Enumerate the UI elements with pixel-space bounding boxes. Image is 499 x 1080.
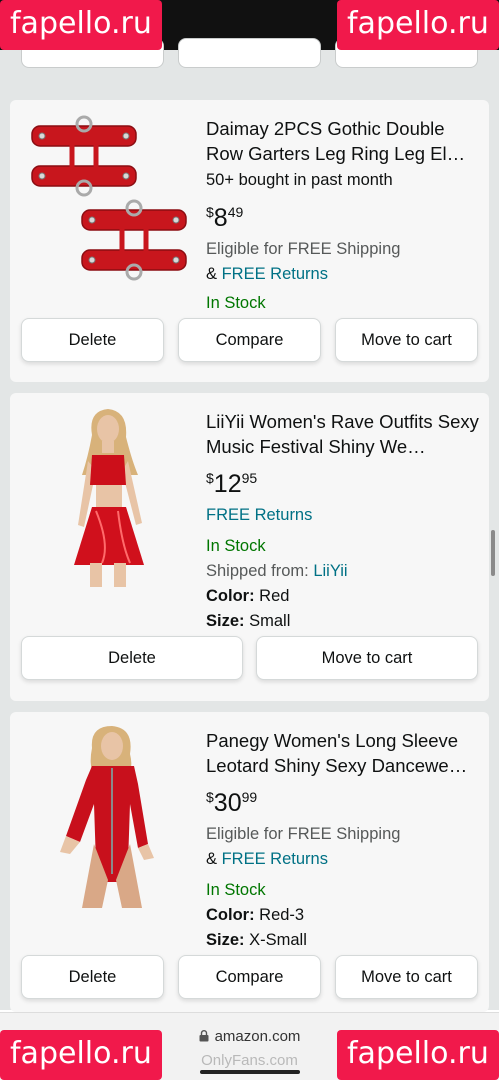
stock-status: In Stock bbox=[206, 881, 266, 899]
watermark-badge-top-right: fapello.ru bbox=[337, 0, 499, 50]
seller-link[interactable]: LiiYii bbox=[313, 562, 347, 580]
price-symbol: $ bbox=[206, 204, 214, 220]
color-label: Color: bbox=[206, 587, 255, 605]
color-label: Color: bbox=[206, 906, 255, 924]
color-option: Color: Red-3 bbox=[206, 903, 482, 928]
free-returns-link[interactable]: FREE Returns bbox=[222, 265, 328, 283]
delete-button[interactable]: Delete bbox=[21, 636, 243, 680]
returns-line: & FREE Returns bbox=[206, 847, 482, 872]
compare-button[interactable]: Compare bbox=[178, 955, 321, 999]
lock-icon bbox=[199, 1029, 209, 1046]
compare-button[interactable]: Compare bbox=[178, 318, 321, 362]
cart-item-card: LiiYii Women's Rave Outfits Sexy Music F… bbox=[10, 393, 489, 701]
size-value: X-Small bbox=[244, 931, 307, 949]
previous-item-buttons-strip bbox=[0, 38, 499, 90]
shipped-from-label: Shipped from: bbox=[206, 562, 314, 580]
delete-button[interactable]: Delete bbox=[21, 955, 164, 999]
home-indicator[interactable] bbox=[200, 1070, 300, 1074]
size-label: Size: bbox=[206, 612, 245, 630]
move-to-cart-button[interactable]: Move to cart bbox=[335, 955, 478, 999]
bought-count: 50+ bought in past month bbox=[206, 171, 393, 189]
product-image-rave-outfit[interactable] bbox=[26, 405, 194, 589]
product-price: $3099 bbox=[206, 780, 482, 820]
size-option: Size: Small bbox=[206, 609, 482, 634]
shipping-eligibility: Eligible for FREE Shipping bbox=[206, 240, 401, 258]
color-value: Red-3 bbox=[254, 906, 305, 924]
product-title[interactable]: Panegy Women's Long Sleeve Leotard Shiny… bbox=[206, 728, 482, 778]
shipped-from: Shipped from: LiiYii bbox=[206, 559, 482, 584]
price-whole: 8 bbox=[213, 204, 228, 232]
watermark-badge-bottom-right: fapello.ru bbox=[337, 1030, 499, 1080]
cart-item-card: Daimay 2PCS Gothic Double Row Garters Le… bbox=[10, 100, 489, 382]
price-cents: 99 bbox=[241, 789, 258, 805]
size-option: Size: X-Small bbox=[206, 928, 482, 953]
product-title[interactable]: Daimay 2PCS Gothic Double Row Garters Le… bbox=[206, 116, 482, 166]
watermark-badge-top-left: fapello.ru bbox=[0, 0, 162, 50]
price-symbol: $ bbox=[206, 470, 214, 486]
stock-status: In Stock bbox=[206, 537, 266, 555]
price-cents: 95 bbox=[241, 470, 258, 486]
price-symbol: $ bbox=[206, 789, 214, 805]
shipping-eligibility: Eligible for FREE Shipping bbox=[206, 825, 401, 843]
product-price: $849 bbox=[206, 195, 482, 235]
price-whole: 12 bbox=[213, 470, 242, 498]
free-returns-link[interactable]: FREE Returns bbox=[206, 503, 482, 528]
returns-prefix: & bbox=[206, 265, 222, 283]
size-label: Size: bbox=[206, 931, 245, 949]
scrollbar[interactable] bbox=[491, 530, 495, 576]
free-returns-link[interactable]: FREE Returns bbox=[222, 850, 328, 868]
move-to-cart-button[interactable]: Move to cart bbox=[335, 318, 478, 362]
stock-status: In Stock bbox=[206, 294, 266, 312]
color-value: Red bbox=[254, 587, 290, 605]
returns-prefix: & bbox=[206, 850, 222, 868]
cart-item-card: Panegy Women's Long Sleeve Leotard Shiny… bbox=[10, 712, 489, 1012]
color-option: Color: Red bbox=[206, 584, 482, 609]
delete-button[interactable]: Delete bbox=[21, 318, 164, 362]
prev-compare-button[interactable] bbox=[178, 38, 321, 68]
product-price: $1295 bbox=[206, 461, 482, 501]
price-whole: 30 bbox=[213, 789, 242, 817]
returns-line: & FREE Returns bbox=[206, 262, 482, 287]
price-cents: 49 bbox=[227, 204, 244, 220]
move-to-cart-button[interactable]: Move to cart bbox=[256, 636, 478, 680]
watermark-badge-bottom-left: fapello.ru bbox=[0, 1030, 162, 1080]
url-text: amazon.com bbox=[214, 1028, 301, 1045]
product-image-leotard[interactable] bbox=[26, 724, 194, 908]
product-image-garters[interactable] bbox=[26, 112, 194, 296]
size-value: Small bbox=[244, 612, 291, 630]
product-title[interactable]: LiiYii Women's Rave Outfits Sexy Music F… bbox=[206, 409, 482, 459]
